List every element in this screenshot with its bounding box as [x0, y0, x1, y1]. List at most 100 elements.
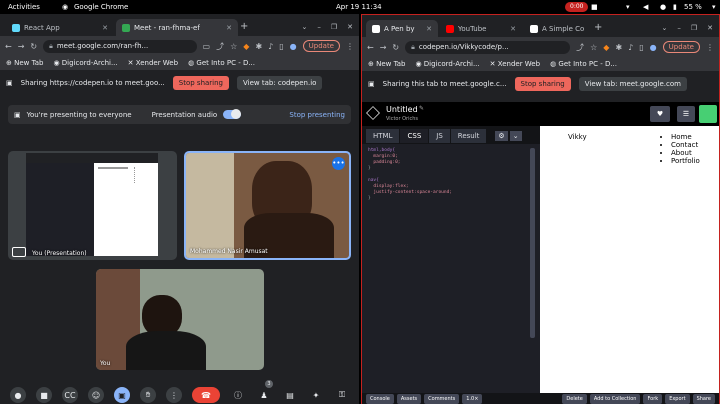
stop-sharing-button[interactable]: Stop sharing: [514, 77, 571, 91]
update-button[interactable]: Update: [302, 40, 340, 52]
star-icon[interactable]: ☆: [230, 42, 237, 51]
tab-js[interactable]: JS: [429, 129, 450, 143]
update-button[interactable]: Update: [662, 41, 700, 53]
activities-icon[interactable]: ✦: [308, 387, 324, 403]
activities-button[interactable]: Activities: [8, 3, 40, 11]
emoji-icon[interactable]: ☺: [88, 387, 104, 403]
bookmark-xender[interactable]: ✕ Xender Web: [128, 59, 178, 67]
view-tab-button[interactable]: View tab: codepen.io: [237, 76, 323, 90]
menu-icon[interactable]: ⋮: [706, 43, 714, 52]
share-button[interactable]: Share: [692, 393, 715, 404]
star-icon[interactable]: ☆: [590, 43, 597, 52]
maximize-icon[interactable]: ❐: [331, 23, 337, 31]
media-icon[interactable]: ♪: [628, 43, 633, 52]
chat-icon[interactable]: ▤: [282, 387, 298, 403]
comments-button[interactable]: Comments: [424, 393, 460, 404]
end-call-icon[interactable]: ☎︎: [192, 387, 220, 403]
screen-record-indicator[interactable]: 0:00: [565, 2, 589, 12]
share-icon[interactable]: ⤴: [576, 42, 584, 53]
tab-meet[interactable]: Meet - ran-fhma-ef ✕: [116, 18, 238, 37]
minimize-icon[interactable]: –: [317, 23, 321, 31]
bookmark-xender[interactable]: ✕ Xender Web: [490, 60, 540, 68]
mic-icon[interactable]: ●: [10, 387, 26, 403]
tab-search-icon[interactable]: ⌄: [661, 24, 667, 32]
raise-hand-icon[interactable]: ✋︎: [140, 387, 156, 403]
tab-simple[interactable]: A Simple Co ✕: [524, 20, 592, 38]
stop-record-icon[interactable]: ■: [591, 3, 598, 11]
back-icon[interactable]: ←: [367, 43, 374, 52]
codepen-logo-icon[interactable]: [366, 106, 380, 120]
heart-icon[interactable]: ♥: [650, 106, 670, 122]
edit-title-icon[interactable]: ✎: [419, 105, 424, 112]
editor-scrollbar[interactable]: [530, 148, 535, 338]
tab-result[interactable]: Result: [450, 129, 487, 143]
settings-icon[interactable]: ⚙: [495, 131, 508, 141]
address-bar[interactable]: 🔒︎ meet.google.com/ran-fh...: [43, 39, 197, 53]
tile-self[interactable]: You: [96, 269, 264, 370]
tile-presentation[interactable]: You (Presentation): [8, 151, 177, 260]
cast-icon[interactable]: ▭: [203, 42, 211, 51]
sidepanel-icon[interactable]: ▯: [639, 43, 643, 52]
captions-icon[interactable]: CC: [62, 387, 78, 403]
address-bar[interactable]: 🔒︎ codepen.io/Vikkycode/p...: [405, 40, 571, 54]
add-to-collection-button[interactable]: Add to Collection: [589, 393, 641, 404]
delete-button[interactable]: Delete: [562, 393, 587, 404]
close-window-icon[interactable]: ✕: [707, 24, 713, 32]
layout-icon[interactable]: ☰: [677, 106, 695, 122]
audio-toggle[interactable]: [223, 109, 242, 119]
pen-title[interactable]: Untitled: [386, 105, 418, 114]
avatar[interactable]: [699, 105, 717, 123]
people-icon[interactable]: ♟ 3: [256, 380, 273, 403]
profile-icon[interactable]: ●: [650, 43, 657, 52]
bookmark-new-tab[interactable]: ⊕ New Tab: [368, 60, 405, 68]
info-icon[interactable]: ⓘ: [230, 387, 246, 403]
console-button[interactable]: Console: [366, 393, 394, 404]
stop-presenting-link[interactable]: Stop presenting: [289, 111, 345, 119]
zoom-button[interactable]: 1.0×: [462, 393, 483, 404]
reload-icon[interactable]: ↻: [30, 42, 37, 51]
forward-icon[interactable]: →: [380, 43, 387, 52]
maximize-icon[interactable]: ❐: [691, 24, 697, 32]
metamask-icon[interactable]: ◆: [243, 42, 249, 51]
extensions-icon[interactable]: ✱: [615, 43, 622, 52]
host-controls-icon[interactable]: ⚿: [334, 387, 350, 403]
extensions-icon[interactable]: ✱: [255, 42, 262, 51]
tab-css[interactable]: CSS: [400, 129, 429, 143]
export-button[interactable]: Export: [665, 393, 690, 404]
metamask-icon[interactable]: ◆: [603, 43, 609, 52]
reload-icon[interactable]: ↻: [392, 43, 399, 52]
tab-html[interactable]: HTML: [366, 129, 400, 143]
media-icon[interactable]: ♪: [268, 42, 273, 51]
share-icon[interactable]: ⤴: [216, 41, 224, 52]
assets-button[interactable]: Assets: [396, 393, 422, 404]
menu-icon[interactable]: ⋮: [346, 42, 354, 51]
tile-mohammed[interactable]: ••• Mohammed Nasir Amusat: [184, 151, 351, 260]
clock[interactable]: Apr 19 11:34: [336, 3, 382, 11]
forward-icon[interactable]: →: [18, 42, 25, 51]
preview-nav-link[interactable]: Home: [671, 133, 700, 141]
view-tab-button[interactable]: View tab: meet.google.com: [578, 77, 687, 91]
close-icon[interactable]: ✕: [226, 24, 232, 32]
new-tab-icon[interactable]: +: [240, 21, 248, 32]
camera-icon[interactable]: ■: [36, 387, 52, 403]
pen-author[interactable]: Victor Orichs: [386, 116, 418, 122]
close-icon[interactable]: ✕: [426, 25, 432, 33]
minimize-icon[interactable]: –: [677, 24, 681, 32]
bookmark-getintopc[interactable]: ◍ Get Into PC - D...: [550, 60, 617, 68]
system-menu-icon[interactable]: ▾: [712, 3, 716, 11]
close-icon[interactable]: ✕: [510, 25, 516, 33]
preview-nav-link[interactable]: Contact: [671, 141, 700, 149]
present-now-icon[interactable]: ▣: [114, 387, 130, 403]
stop-sharing-button[interactable]: Stop sharing: [172, 76, 229, 90]
tab-search-icon[interactable]: ⌄: [301, 23, 307, 31]
chevron-down-icon[interactable]: ⌄: [509, 131, 522, 141]
more-options-icon[interactable]: ⋮: [166, 387, 182, 403]
close-icon[interactable]: ✕: [102, 24, 108, 32]
new-tab-icon[interactable]: +: [594, 22, 602, 33]
tab-codepen[interactable]: A Pen by ✕: [366, 19, 438, 38]
code-area[interactable]: html,body{ margin:0; padding:0; } nav{ d…: [362, 144, 540, 202]
profile-icon[interactable]: ●: [290, 42, 297, 51]
bookmark-getintopc[interactable]: ◍ Get Into PC - D...: [188, 59, 255, 67]
close-window-icon[interactable]: ✕: [347, 23, 353, 31]
tab-youtube[interactable]: YouTube ✕: [440, 20, 522, 38]
